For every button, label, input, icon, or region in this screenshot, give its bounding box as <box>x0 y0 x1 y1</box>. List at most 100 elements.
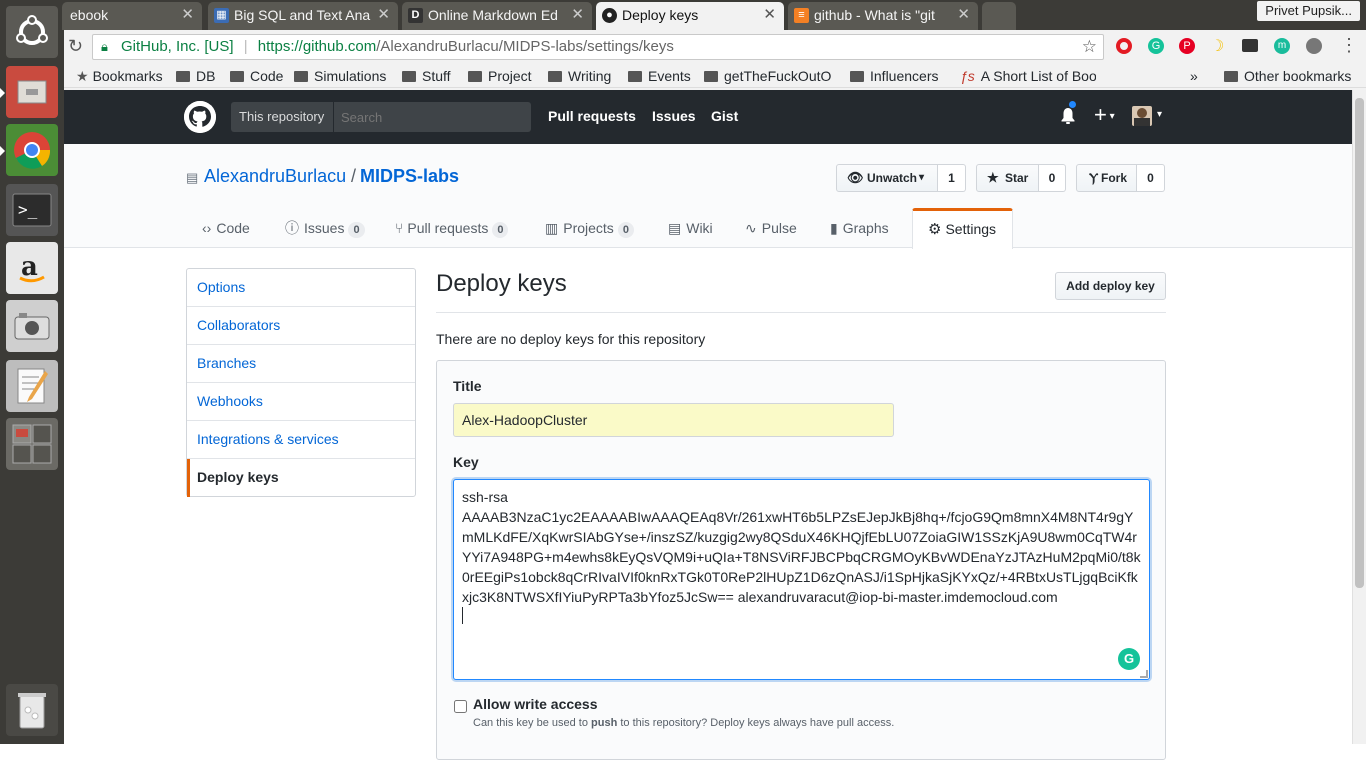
close-icon[interactable]: ✕ <box>377 2 390 28</box>
moon-icon[interactable]: ☽ <box>1210 36 1224 56</box>
reload-icon[interactable]: ↻ <box>68 36 83 57</box>
fork-count[interactable]: 0 <box>1137 164 1165 192</box>
github-header: This repository Pull requests Issues Gis… <box>64 90 1352 144</box>
browser-tab[interactable]: ≡ github - What is "git ✕ <box>788 2 978 30</box>
browser-tab-active[interactable]: ● Deploy keys ✕ <box>596 2 784 30</box>
code-icon: ‹› <box>202 220 212 236</box>
files-icon[interactable] <box>0 66 58 118</box>
folder-icon <box>548 71 562 82</box>
unwatch-button[interactable]: 👁︎ Unwatch ▾ <box>836 164 938 192</box>
nav-gist[interactable]: Gist <box>711 108 738 124</box>
graph-icon: ▮ <box>830 220 838 236</box>
other-bookmarks[interactable]: Other bookmarks <box>1224 65 1351 87</box>
close-icon[interactable]: ✕ <box>571 2 584 28</box>
allow-write-access-checkbox[interactable] <box>454 700 467 713</box>
bookmark-item[interactable]: ƒs A Short List of Boo <box>960 65 1096 87</box>
camera-icon[interactable] <box>6 300 58 352</box>
settings-menu-integrations[interactable]: Integrations & services <box>187 421 415 459</box>
tab-projects[interactable]: ▥ Projects 0 <box>545 212 634 248</box>
menu-icon[interactable]: ⋮ <box>1340 35 1358 56</box>
bookmark-folder[interactable]: Influencers <box>850 65 938 87</box>
search-input[interactable] <box>335 102 531 132</box>
opera-icon[interactable] <box>1116 38 1132 54</box>
mendeley-icon[interactable]: m <box>1274 38 1290 54</box>
bookmark-folder[interactable]: getTheFuckOutO <box>704 65 840 87</box>
ubuntu-dash-icon[interactable] <box>6 6 58 58</box>
bookmark-folder[interactable]: Project <box>468 65 532 87</box>
settings-menu-webhooks[interactable]: Webhooks <box>187 383 415 421</box>
title-label: Title <box>453 378 482 394</box>
profile-button[interactable]: Privet Pupsik... <box>1257 1 1360 21</box>
repo-name-link[interactable]: MIDPS-labs <box>360 166 459 187</box>
tab-wiki[interactable]: ▤ Wiki <box>668 212 713 248</box>
watch-count[interactable]: 1 <box>938 164 966 192</box>
tab-code[interactable]: ‹› Code <box>202 212 250 248</box>
scrollbar-thumb[interactable] <box>1355 98 1364 588</box>
deploy-key-form: Title Key ssh-rsa AAAAB3NzaC1yc2EAAAABIw… <box>436 360 1166 760</box>
key-textarea[interactable]: ssh-rsa AAAAB3NzaC1yc2EAAAABIwAAAQEAq8Vr… <box>453 479 1150 680</box>
resize-handle[interactable] <box>1140 670 1148 678</box>
tab-issues[interactable]: ⓘ Issues 0 <box>285 212 365 248</box>
bookmark-folder[interactable]: Code <box>230 65 283 87</box>
pull-requests-count: 0 <box>492 222 509 238</box>
star-button[interactable]: ★ Star <box>976 164 1039 192</box>
trash-icon[interactable] <box>6 684 58 736</box>
close-icon[interactable]: ✕ <box>181 2 194 28</box>
plus-icon[interactable]: + ▾ <box>1094 102 1115 128</box>
tab-pulse[interactable]: ∿ Pulse <box>745 212 797 248</box>
tab-settings[interactable]: ⚙ Settings <box>912 208 1013 249</box>
search-box[interactable]: This repository <box>231 102 531 132</box>
settings-menu-branches[interactable]: Branches <box>187 345 415 383</box>
bookmark-item[interactable]: ★ Bookmarks <box>76 65 163 87</box>
settings-menu-collaborators[interactable]: Collaborators <box>187 307 415 345</box>
address-bar[interactable]: 🔒︎ GitHub, Inc. [US] | https://github.co… <box>92 34 1104 60</box>
bookmark-folder[interactable]: Stuff <box>402 65 451 87</box>
amazon-icon[interactable]: a <box>6 242 58 294</box>
browser-tab[interactable]: D Online Markdown Ed ✕ <box>402 2 592 30</box>
new-tab-button[interactable] <box>982 2 1016 30</box>
workspace-switcher-icon[interactable] <box>6 418 58 470</box>
tab-graphs[interactable]: ▮ Graphs <box>830 212 889 248</box>
bookmarks-overflow[interactable]: » <box>1190 65 1198 87</box>
github-logo-icon[interactable] <box>184 101 216 133</box>
settings-menu: Options Collaborators Branches Webhooks … <box>186 268 416 497</box>
close-icon[interactable]: ✕ <box>957 2 970 28</box>
bookmark-folder[interactable]: Writing <box>548 65 611 87</box>
grammarly-icon[interactable]: G <box>1118 648 1140 670</box>
bell-icon[interactable] <box>1060 100 1077 128</box>
pocket-icon[interactable] <box>1242 39 1258 52</box>
d-icon: D <box>408 8 423 23</box>
page-scrollbar[interactable] <box>1352 90 1366 744</box>
fork-icon: Ⲩ <box>1089 170 1099 185</box>
repo-owner-link[interactable]: AlexandruBurlacu <box>204 166 346 187</box>
avatar[interactable] <box>1132 106 1152 126</box>
title-input[interactable] <box>453 403 894 437</box>
star-count[interactable]: 0 <box>1039 164 1066 192</box>
chrome-icon[interactable] <box>0 124 58 176</box>
grammarly-icon[interactable]: G <box>1148 38 1164 54</box>
nav-pull-requests[interactable]: Pull requests <box>548 108 636 124</box>
settings-menu-options[interactable]: Options <box>187 269 415 307</box>
extension-icon[interactable] <box>1306 38 1322 54</box>
browser-tab[interactable]: ▦ Big SQL and Text Ana ✕ <box>208 2 398 30</box>
nav-issues[interactable]: Issues <box>652 108 696 124</box>
text-editor-icon[interactable] <box>6 360 58 412</box>
gear-icon: ⚙ <box>928 221 942 238</box>
add-deploy-key-button[interactable]: Add deploy key <box>1055 272 1166 300</box>
tab-pull-requests[interactable]: ⑂ Pull requests 0 <box>395 212 509 248</box>
text-cursor <box>462 607 463 624</box>
bookmark-folder[interactable]: Simulations <box>294 65 386 87</box>
pinterest-icon[interactable]: P <box>1179 38 1195 54</box>
fork-button[interactable]: Ⲩ Fork <box>1076 164 1137 192</box>
github-icon: ● <box>602 8 617 23</box>
star-bookmark-icon[interactable]: ☆ <box>1082 35 1097 59</box>
chevron-down-icon[interactable]: ▾ <box>1157 109 1162 120</box>
settings-menu-deploy-keys[interactable]: Deploy keys <box>187 459 415 497</box>
bookmark-folder[interactable]: DB <box>176 65 215 87</box>
empty-message: There are no deploy keys for this reposi… <box>436 331 706 347</box>
bookmark-folder[interactable]: Events <box>628 65 691 87</box>
terminal-icon[interactable]: >_ <box>6 184 58 236</box>
close-icon[interactable]: ✕ <box>763 2 776 28</box>
browser-tab[interactable]: ebook ✕ <box>62 2 202 30</box>
lock-icon: 🔒︎ <box>101 39 108 54</box>
